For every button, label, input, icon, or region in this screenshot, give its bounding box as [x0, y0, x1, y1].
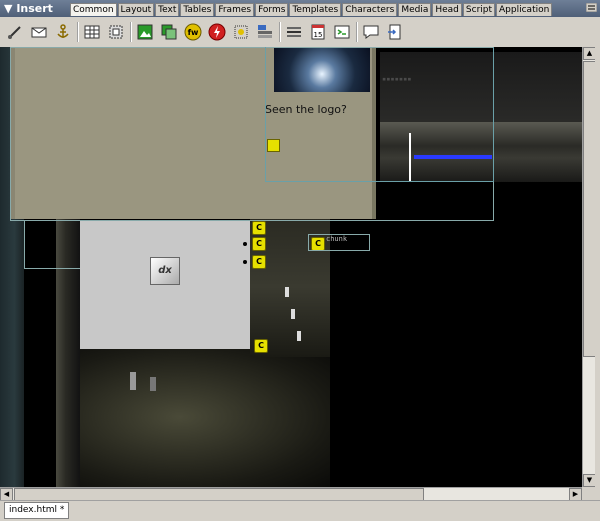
tab-text[interactable]: Text	[155, 3, 180, 16]
photo-detail	[130, 372, 136, 390]
document-tab-index-html[interactable]: index.html *	[4, 502, 70, 519]
tab-common[interactable]: Common	[70, 3, 117, 16]
tab-tables[interactable]: Tables	[180, 3, 215, 16]
document-tab-bar: index.html *	[0, 500, 600, 521]
background-photo-street	[80, 347, 330, 487]
image-icon[interactable]	[136, 23, 154, 41]
road-marking	[291, 309, 295, 319]
named-anchor-icon[interactable]	[54, 23, 72, 41]
svg-text:15: 15	[314, 31, 323, 39]
vertical-scrollbar[interactable]: ▲ ▼	[582, 47, 596, 487]
rollover-image-icon[interactable]	[160, 23, 178, 41]
tab-characters[interactable]: Characters	[342, 3, 398, 16]
layer-icon[interactable]	[107, 23, 125, 41]
road-marking	[285, 287, 289, 297]
tab-layout[interactable]: Layout	[117, 3, 155, 16]
window-edge	[595, 47, 600, 500]
hyperlink-icon[interactable]	[6, 23, 24, 41]
road-marking	[297, 331, 301, 341]
insert-panel-title[interactable]: ▼ Insert	[4, 1, 53, 16]
dx-logo-icon: dx	[150, 257, 180, 285]
tab-media[interactable]: Media	[398, 3, 432, 16]
horizontal-rule-icon[interactable]	[285, 23, 303, 41]
tabular-data-icon[interactable]	[256, 23, 274, 41]
script-marker-icon[interactable]: C	[252, 255, 266, 269]
horizontal-scrollbar[interactable]: ◀ ▶	[0, 487, 582, 501]
fireworks-html-icon[interactable]: fw	[184, 23, 202, 41]
script-marker-icon[interactable]: C	[254, 339, 268, 353]
tab-script[interactable]: Script	[462, 3, 496, 16]
table-icon[interactable]	[83, 23, 101, 41]
panel-options-icon[interactable]	[586, 3, 597, 12]
insert-toolbar: fw 15	[0, 17, 600, 48]
flash-icon[interactable]	[208, 23, 226, 41]
bullet-dot	[243, 260, 247, 264]
insert-tab-bar: Common Layout Text Tables Frames Forms Templat…	[70, 3, 553, 17]
tab-templates[interactable]: Templates	[289, 3, 342, 16]
email-link-icon[interactable]	[30, 23, 48, 41]
navigation-bar-icon[interactable]	[232, 23, 250, 41]
insert-panel-header[interactable]: ▼ Insert Common Layout Text Tables Frames For…	[0, 0, 600, 17]
server-side-include-icon[interactable]	[386, 23, 404, 41]
tag-chooser-icon[interactable]	[333, 23, 351, 41]
document-design-view[interactable]: ▪▪▪▪▪▪▪ Seen the logo? dx C C C C C chun…	[0, 47, 600, 487]
photo-detail	[150, 377, 156, 391]
script-marker-icon[interactable]: C	[252, 221, 266, 235]
logo-panel[interactable]	[80, 221, 250, 349]
svg-text:fw: fw	[188, 28, 199, 37]
tab-frames[interactable]: Frames	[215, 3, 255, 16]
expand-arrow-icon: ▼	[4, 2, 13, 15]
tab-application[interactable]: Application	[496, 3, 553, 16]
tab-head[interactable]: Head	[432, 3, 462, 16]
comment-icon[interactable]	[362, 23, 380, 41]
tab-forms[interactable]: Forms	[255, 3, 289, 16]
table-cell-outline	[265, 47, 494, 182]
frame-label: chunk	[326, 235, 348, 243]
date-icon[interactable]: 15	[309, 23, 327, 41]
script-marker-icon[interactable]: C	[252, 237, 266, 251]
bullet-dot	[243, 242, 247, 246]
